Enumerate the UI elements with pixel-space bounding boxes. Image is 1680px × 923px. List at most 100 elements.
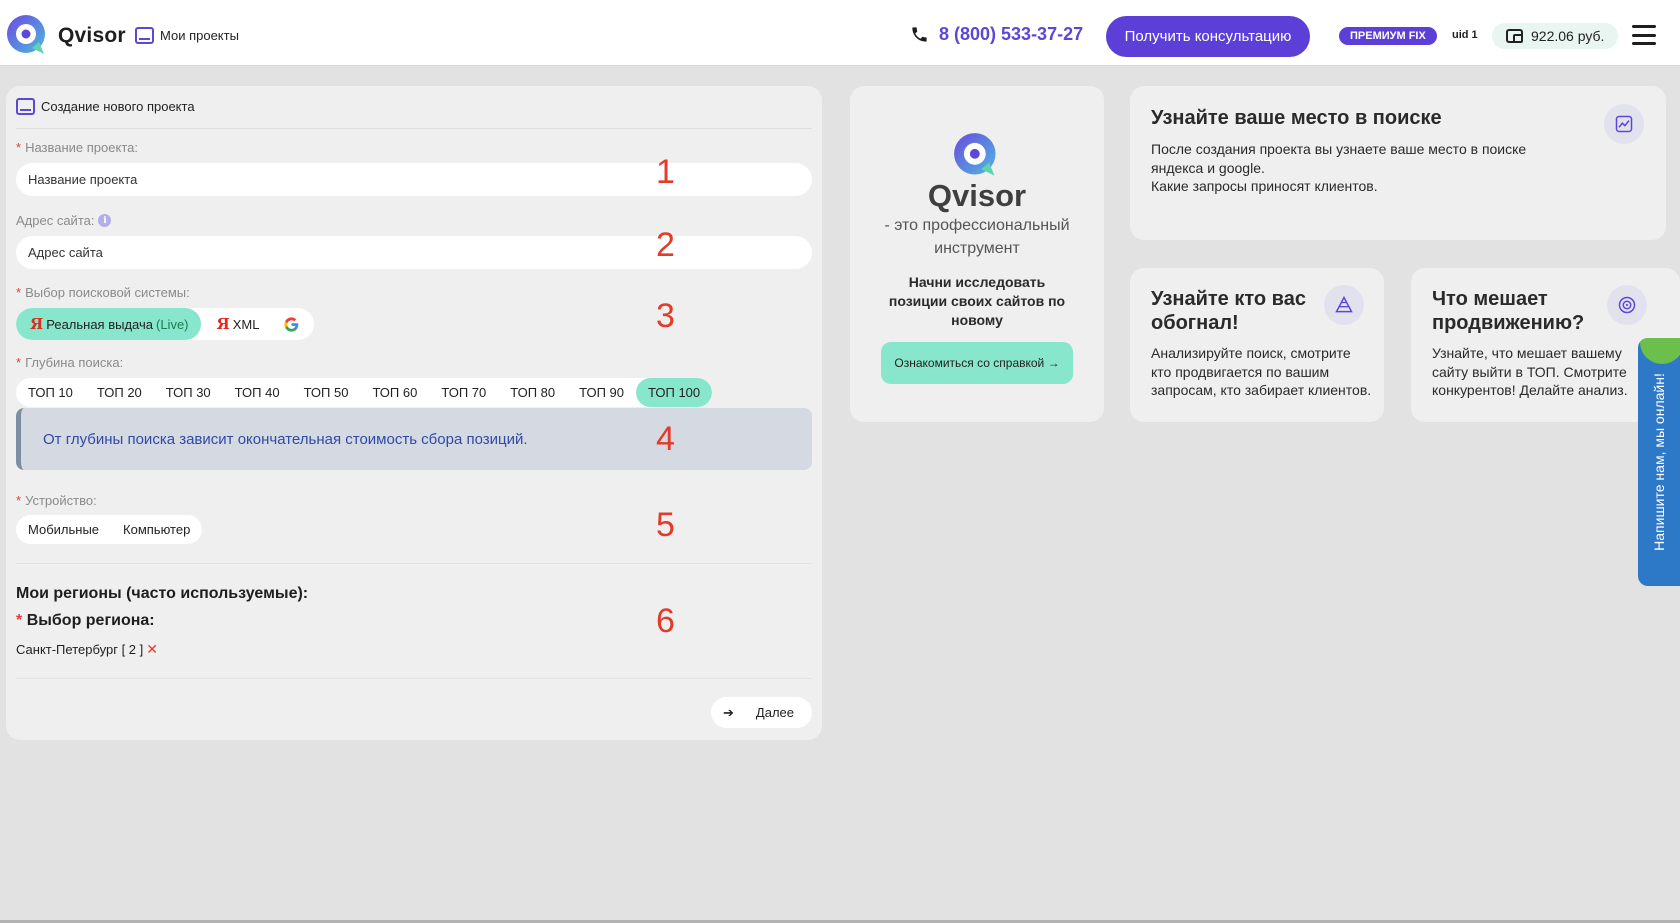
window-icon (16, 98, 35, 115)
help-button[interactable]: Ознакомиться со справкой → (881, 342, 1073, 384)
balance-widget[interactable]: 922.06 руб. (1492, 23, 1618, 49)
info-card-text: Узнайте, что мешает вашему сайту выйти в… (1432, 345, 1628, 398)
required-mark: * (16, 140, 22, 155)
divider (16, 678, 812, 679)
marker-2: 2 (656, 226, 675, 264)
depth-option[interactable]: ТОП 60 (360, 378, 429, 407)
depth-option[interactable]: ТОП 90 (567, 378, 636, 407)
balance-amount: 922.06 руб. (1531, 28, 1605, 44)
qvisor-logo-icon (7, 15, 45, 54)
info-card-search-position: Узнайте ваше место в поиске После создан… (1130, 86, 1666, 240)
info-icon[interactable]: i (98, 214, 112, 227)
depth-option[interactable]: ТОП 70 (429, 378, 498, 407)
marker-5: 5 (656, 506, 675, 544)
top-bar: Qvisor Мои проекты 8 (800) 533-37-27 Пол… (0, 0, 1680, 66)
region-select-label: * Выбор региона: (16, 612, 155, 630)
device-label: * Устройство: (16, 493, 97, 508)
arrow-right-icon: ➔ (723, 704, 734, 720)
depth-option[interactable]: ТОП 30 (154, 378, 223, 407)
target-icon (1607, 285, 1647, 325)
next-button-label: Далее (755, 705, 794, 720)
depth-option[interactable]: ТОП 20 (85, 378, 154, 407)
info-card-title: Узнайте ваше место в поиске (1151, 107, 1442, 129)
site-address-label-text: Адрес сайта: (16, 213, 95, 228)
info-card-title: Что мешает продвижению? (1432, 288, 1585, 334)
chat-widget-label: Напишите нам, мы онлайн! (1651, 373, 1667, 551)
region-select-label-text: Выбор региона: (26, 612, 155, 629)
plan-badge: ПРЕМИУМ FIX (1339, 27, 1437, 45)
divider (16, 128, 812, 129)
regions-title: Мои регионы (часто используемые): (16, 585, 309, 602)
required-mark: * (16, 493, 22, 508)
qvisor-logo-icon (954, 133, 996, 176)
promo-card: Qvisor - это профессиональный инструмент… (850, 86, 1104, 422)
info-card-text: После создания проекта вы узнаете ваше м… (1151, 141, 1527, 194)
depth-option[interactable]: ТОП 50 (292, 378, 361, 407)
phone-link[interactable]: 8 (800) 533-37-27 (910, 24, 1083, 45)
get-consultation-button[interactable]: Получить консультацию (1106, 16, 1310, 57)
form-header: Создание нового проекта (16, 98, 195, 115)
engine-label: Реальная выдача (46, 316, 153, 332)
depth-label-text: Глубина поиска: (25, 355, 124, 370)
marker-6: 6 (656, 602, 675, 640)
depth-notice: От глубины поиска зависит окончательная … (16, 408, 812, 470)
my-projects-label: Мои проекты (160, 28, 239, 43)
user-id: uid 1 (1452, 29, 1478, 41)
promo-subtitle: Начни исследовать позиции своих сайтов п… (888, 274, 1066, 328)
device-mobile[interactable]: Мобильные (16, 515, 111, 544)
depth-option[interactable]: ТОП 10 (16, 378, 85, 407)
engine-live-suffix: (Live) (156, 316, 189, 332)
wallet-icon (1506, 29, 1523, 43)
depth-option[interactable]: ТОП 80 (498, 378, 567, 407)
phone-number: 8 (800) 533-37-27 (939, 24, 1084, 44)
brand-name: Qvisor (58, 24, 126, 47)
chart-icon (1604, 104, 1644, 144)
my-projects-link[interactable]: Мои проекты (135, 27, 239, 44)
search-engine-label-text: Выбор поисковой системы: (25, 285, 190, 300)
depth-label: * Глубина поиска: (16, 355, 123, 370)
phone-icon (912, 27, 927, 42)
promo-brand: Qvisor (927, 178, 1027, 213)
yandex-icon: Я (216, 315, 230, 333)
site-address-input[interactable] (16, 236, 812, 269)
logo[interactable]: Qvisor (6, 14, 126, 58)
marker-4: 4 (656, 420, 675, 458)
project-name-label-text: Название проекта: (25, 140, 138, 155)
next-button[interactable]: ➔ Далее (711, 697, 812, 728)
depth-option[interactable]: ТОП 40 (223, 378, 292, 407)
marker-3: 3 (656, 297, 675, 335)
new-project-form: Создание нового проекта * Название проек… (6, 86, 822, 740)
form-title: Создание нового проекта (41, 99, 195, 114)
engine-yandex-xml[interactable]: Я XML (201, 308, 272, 340)
divider (16, 563, 812, 564)
region-name: Санкт-Петербург [ 2 ] (16, 642, 144, 657)
search-engine-selector: Я Реальная выдача (Live) Я XML (16, 308, 315, 340)
device-label-text: Устройство: (25, 493, 97, 508)
required-mark: * (16, 355, 22, 370)
info-card-text: Анализируйте поиск, смотрите кто продвиг… (1151, 345, 1372, 398)
required-mark: * (16, 285, 22, 300)
search-engine-label: * Выбор поисковой системы: (16, 285, 190, 300)
device-desktop[interactable]: Компьютер (111, 515, 202, 544)
pyramid-icon (1324, 285, 1364, 325)
chat-widget-tab[interactable]: Напишите нам, мы онлайн! (1638, 338, 1680, 586)
google-icon (284, 316, 299, 332)
region-tag: Санкт-Петербург [ 2 ] ✕ (16, 641, 158, 658)
device-selector: Мобильные Компьютер (16, 515, 203, 544)
project-name-input[interactable] (16, 163, 812, 196)
engine-google[interactable] (271, 308, 314, 340)
site-address-label: Адрес сайта: i (16, 213, 112, 228)
yandex-icon: Я (30, 315, 44, 333)
menu-icon[interactable] (1632, 25, 1656, 45)
marker-1: 1 (656, 153, 675, 191)
engine-yandex-live[interactable]: Я Реальная выдача (Live) (16, 308, 201, 340)
window-icon (135, 27, 154, 44)
depth-option-selected[interactable]: ТОП 100 (636, 378, 713, 407)
info-card-title: Узнайте кто вас обогнал! (1151, 288, 1306, 334)
remove-region-icon[interactable]: ✕ (146, 641, 158, 658)
promo-tagline: - это профессиональный инструмент (884, 217, 1070, 257)
info-card-overtaken: Узнайте кто вас обогнал! Анализируйте по… (1130, 268, 1384, 422)
project-name-label: * Название проекта: (16, 140, 138, 155)
depth-selector: ТОП 10 ТОП 20 ТОП 30 ТОП 40 ТОП 50 ТОП 6… (16, 378, 713, 407)
required-mark: * (16, 612, 23, 629)
